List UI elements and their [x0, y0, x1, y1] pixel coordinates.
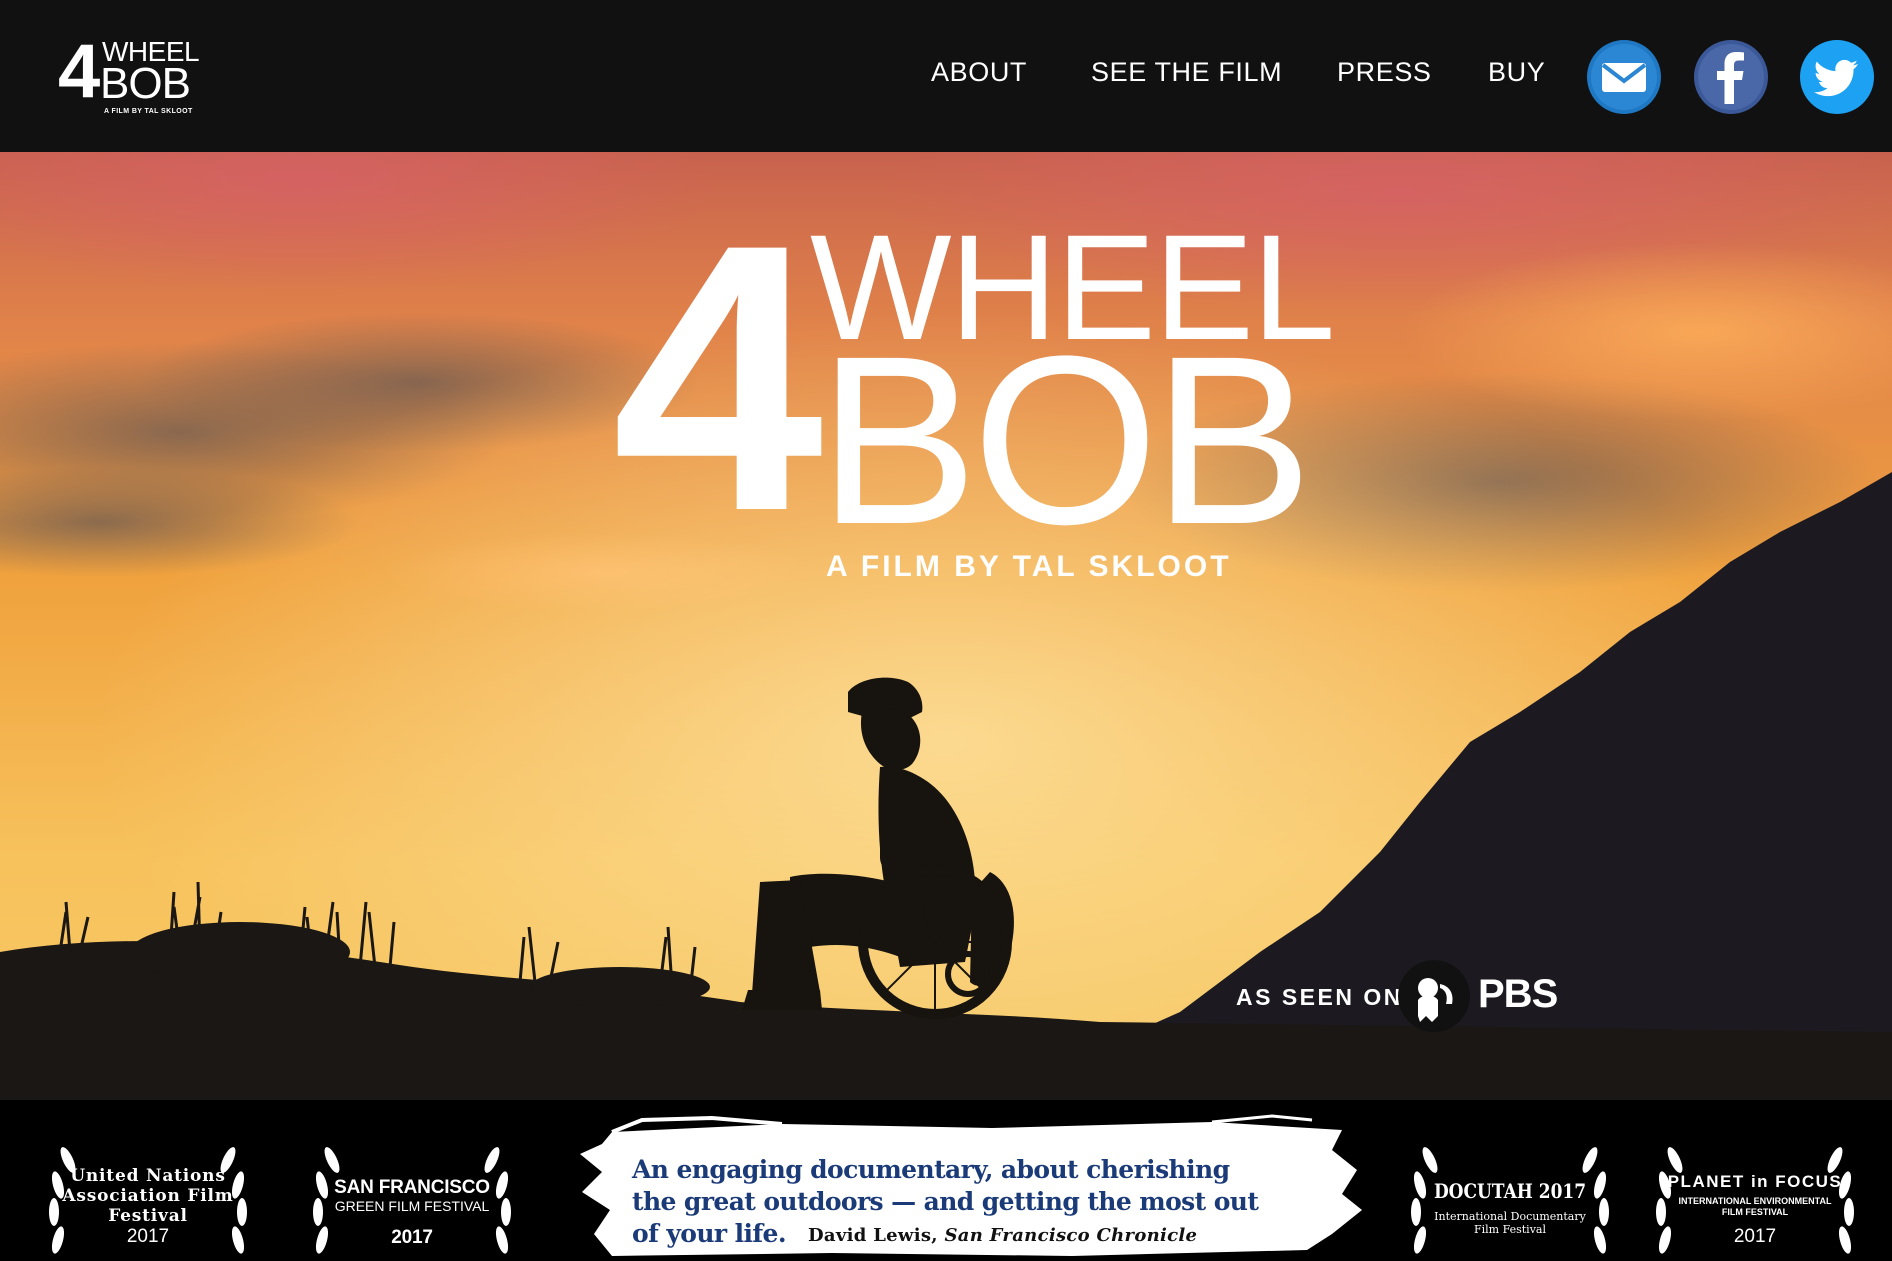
site-header: 4 WHEEL BOB A FILM BY TAL SKLOOT ABOUT S…	[0, 0, 1892, 152]
awards-strip: United Nations Association Film Festival…	[0, 1100, 1892, 1261]
quote-citation: David Lewis, San Francisco Chronicle	[808, 1225, 1197, 1247]
award-year: 2017	[1733, 1226, 1777, 1247]
award-name-line: United Nations	[70, 1166, 226, 1186]
mail-icon	[1587, 40, 1661, 114]
award-laurel-planet-in-focus: PLANET in FOCUS INTERNATIONAL ENVIRONMEN…	[1645, 1140, 1865, 1261]
pbs-logo-icon	[1398, 960, 1470, 1032]
nav-see-the-film[interactable]: SEE THE FILM	[1091, 52, 1282, 92]
award-laurel-unaff: United Nations Association Film Festival…	[38, 1140, 258, 1261]
press-quote: An engaging documentary, about cherishin…	[572, 1110, 1362, 1261]
twitter-icon	[1800, 40, 1874, 114]
quote-line: of your life.	[632, 1219, 787, 1248]
award-laurel-sf-green: SAN FRANCISCO GREEN FILM FESTIVAL 2017	[302, 1140, 522, 1261]
email-button[interactable]	[1587, 40, 1661, 114]
logo-number: 4	[58, 29, 101, 114]
site-logo[interactable]: 4 WHEEL BOB A FILM BY TAL SKLOOT	[58, 29, 200, 118]
award-laurel-docutah: DOCUTAH 2017 International Documentary F…	[1400, 1140, 1620, 1261]
quote-source: San Francisco Chronicle	[944, 1225, 1198, 1246]
award-subtitle-line: INTERNATIONAL ENVIRONMENTAL	[1678, 1196, 1832, 1206]
award-name-line: Association Film	[62, 1186, 234, 1206]
award-subtitle-line: International Documentary	[1434, 1210, 1586, 1223]
hero-tagline: A FILM BY TAL SKLOOT	[826, 550, 1232, 583]
nav-about[interactable]: ABOUT	[931, 52, 1027, 92]
hero-banner: 4 WHEEL BOB A FILM BY TAL SKLOOT AS SEEN…	[0, 152, 1892, 1100]
quote-line: the great outdoors — and getting the mos…	[632, 1187, 1259, 1216]
quote-line: An engaging documentary, about cherishin…	[632, 1155, 1230, 1184]
twitter-button[interactable]	[1800, 40, 1874, 114]
pbs-wordmark: PBS	[1478, 972, 1558, 1016]
award-title: SAN FRANCISCO	[334, 1177, 490, 1198]
hero-title-bob: BOB	[818, 306, 1313, 574]
facebook-icon	[1694, 40, 1768, 114]
award-title: DOCUTAH 2017	[1433, 1179, 1587, 1203]
logo-subtitle: A FILM BY TAL SKLOOT	[104, 108, 193, 115]
award-year: 2017	[391, 1227, 433, 1248]
logo-word-bob: BOB	[100, 59, 191, 108]
as-seen-on-label: AS SEEN ON	[1236, 984, 1403, 1010]
nav-buy[interactable]: BUY	[1488, 52, 1545, 92]
award-subtitle-line: FILM FESTIVAL	[1721, 1207, 1789, 1217]
facebook-button[interactable]	[1694, 40, 1768, 114]
award-name-line: Festival	[108, 1206, 188, 1226]
quote-author: David Lewis,	[808, 1225, 938, 1246]
award-subtitle-line: Film Festival	[1473, 1223, 1546, 1236]
nav-press[interactable]: PRESS	[1337, 52, 1432, 92]
award-title: PLANET in FOCUS	[1667, 1172, 1843, 1191]
hero-title-number: 4	[612, 165, 823, 590]
award-year: 2017	[126, 1226, 170, 1247]
award-subtitle: GREEN FILM FESTIVAL	[334, 1198, 490, 1214]
